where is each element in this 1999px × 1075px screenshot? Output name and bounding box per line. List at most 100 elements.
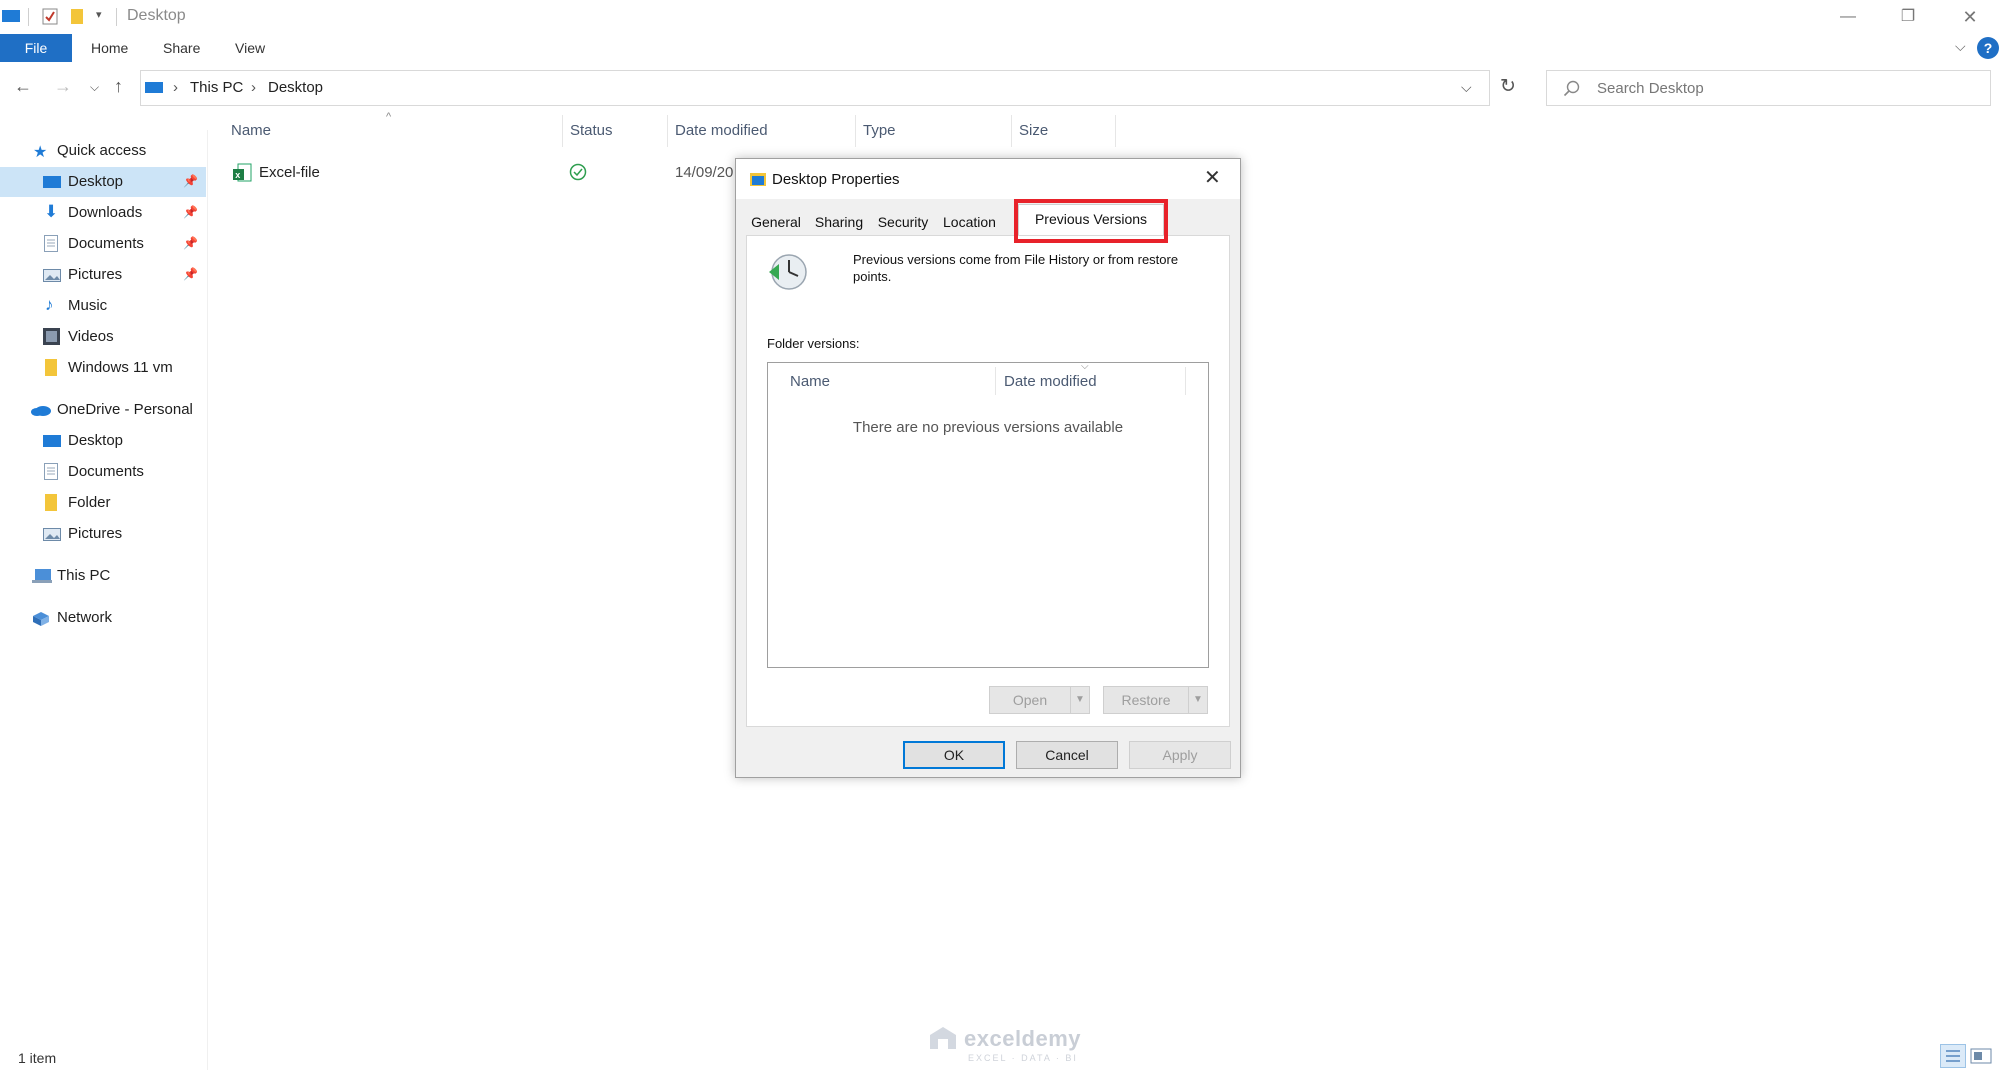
divider[interactable] <box>667 115 668 147</box>
divider[interactable] <box>1115 115 1116 147</box>
tab-home[interactable]: Home <box>91 34 128 62</box>
divider[interactable] <box>1185 367 1186 395</box>
divider[interactable] <box>1011 115 1012 147</box>
large-icons-view-icon[interactable] <box>1970 1048 1992 1064</box>
breadcrumb-desktop[interactable]: Desktop <box>268 79 323 96</box>
nav-item-network[interactable]: Network <box>0 603 206 633</box>
forward-button[interactable]: → <box>54 76 72 97</box>
divider <box>28 8 29 26</box>
refresh-icon[interactable]: ↻ <box>1500 75 1516 98</box>
minimize-button[interactable]: — <box>1828 4 1868 30</box>
dialog-title-bar[interactable]: Desktop Properties ✕ <box>736 159 1240 199</box>
nav-item-downloads[interactable]: ⬇ Downloads 📌 <box>0 198 206 228</box>
pin-icon[interactable]: 📌 <box>183 174 198 188</box>
dialog-title: Desktop Properties <box>772 171 900 188</box>
svg-text:x: x <box>235 170 240 180</box>
maximize-button[interactable]: ❐ <box>1888 4 1928 30</box>
tab-sharing[interactable]: Sharing <box>808 207 870 235</box>
recent-locations-button[interactable]: ⌵ <box>90 80 99 95</box>
nav-item-documents[interactable]: Documents 📌 <box>0 229 206 259</box>
back-button[interactable]: ← <box>14 76 32 97</box>
ok-button[interactable]: OK <box>903 741 1005 769</box>
versions-list[interactable]: Name Date modified ⌵ There are no previo… <box>767 361 1209 668</box>
column-header-date-modified[interactable]: Date modified <box>1004 373 1097 390</box>
onedrive-label: OneDrive - Personal <box>57 401 193 418</box>
pin-icon[interactable]: 📌 <box>183 236 198 250</box>
this-pc-icon <box>145 81 163 95</box>
excel-file-icon: x <box>232 163 252 183</box>
column-header-status[interactable]: Status <box>570 122 613 139</box>
pin-icon[interactable]: 📌 <box>183 267 198 281</box>
address-history-icon[interactable]: ⌵ <box>1461 79 1472 96</box>
tab-file[interactable]: File <box>0 34 72 62</box>
desktop-icon <box>43 435 61 448</box>
apply-button[interactable]: Apply <box>1129 741 1231 769</box>
help-icon[interactable]: ? <box>1977 37 1999 59</box>
synced-check-icon <box>569 163 587 181</box>
divider <box>116 8 117 26</box>
network-icon <box>31 610 51 627</box>
restore-dropdown-icon[interactable]: ▼ <box>1188 686 1208 714</box>
nav-item-od-folder[interactable]: Folder <box>0 488 206 518</box>
column-header-size[interactable]: Size <box>1019 122 1048 139</box>
divider[interactable] <box>562 115 563 147</box>
open-dropdown-icon[interactable]: ▼ <box>1070 686 1090 714</box>
music-icon: ♪ <box>45 295 54 314</box>
file-date: 14/09/20 <box>675 164 734 181</box>
tab-view[interactable]: View <box>235 34 265 62</box>
tab-security[interactable]: Security <box>872 207 934 235</box>
details-view-icon[interactable] <box>1940 1044 1966 1068</box>
customize-quick-access-icon[interactable]: ▾ <box>96 8 102 21</box>
star-icon: ★ <box>33 144 48 161</box>
nav-item-music[interactable]: ♪ Music <box>0 291 206 321</box>
breadcrumb-this-pc[interactable]: This PC <box>190 79 243 96</box>
properties-dialog: Desktop Properties ✕ General Sharing Sec… <box>735 158 1241 778</box>
tab-general[interactable]: General <box>746 207 806 235</box>
column-header-type[interactable]: Type <box>863 122 896 139</box>
status-item-count: 1 item <box>18 1050 57 1066</box>
restore-button[interactable]: Restore <box>1103 686 1189 714</box>
new-folder-icon[interactable] <box>70 8 84 25</box>
divider[interactable] <box>855 115 856 147</box>
divider[interactable] <box>995 367 996 395</box>
search-placeholder: Search Desktop <box>1597 80 1704 97</box>
tab-share[interactable]: Share <box>163 34 200 62</box>
nav-item-od-desktop[interactable]: Desktop <box>0 426 206 456</box>
close-window-button[interactable]: ✕ <box>1950 4 1990 30</box>
exceldemy-logo-icon <box>930 1027 956 1049</box>
pin-icon[interactable]: 📌 <box>183 205 198 219</box>
column-header-name[interactable]: Name <box>790 373 830 390</box>
nav-label: Network <box>57 609 113 626</box>
file-name: Excel-file <box>259 164 320 181</box>
nav-item-od-pictures[interactable]: Pictures <box>0 519 206 549</box>
title-bar: ▾ Desktop — ❐ ✕ <box>0 0 1999 34</box>
properties-icon[interactable] <box>42 8 58 25</box>
open-button[interactable]: Open <box>989 686 1071 714</box>
quick-access[interactable]: ★ Quick access <box>0 136 206 166</box>
navigation-pane: ★ Quick access Desktop 📌 ⬇ Downloads 📌 D… <box>0 130 208 1070</box>
onedrive[interactable]: OneDrive - Personal <box>0 395 206 425</box>
nav-item-videos[interactable]: Videos <box>0 322 206 352</box>
folder-icon <box>45 494 57 511</box>
expand-ribbon-icon[interactable]: ⌵ <box>1955 38 1966 55</box>
nav-item-pictures[interactable]: Pictures 📌 <box>0 260 206 290</box>
window-title: Desktop <box>127 7 186 24</box>
history-clock-icon <box>767 252 811 292</box>
window-icon <box>2 9 20 23</box>
column-header-name[interactable]: Name <box>231 122 271 139</box>
up-button[interactable]: ↑ <box>114 76 123 97</box>
close-icon[interactable]: ✕ <box>1204 165 1221 190</box>
search-icon <box>1563 80 1581 98</box>
cancel-button[interactable]: Cancel <box>1016 741 1118 769</box>
nav-item-this-pc[interactable]: This PC <box>0 561 206 591</box>
tab-location[interactable]: Location <box>936 207 1016 235</box>
address-bar[interactable]: › This PC › Desktop ⌵ <box>140 70 1490 106</box>
nav-item-od-documents[interactable]: Documents <box>0 457 206 487</box>
table-row[interactable]: x Excel-file 14/09/20 <box>225 158 745 188</box>
picture-icon <box>43 528 61 541</box>
picture-icon <box>43 269 61 282</box>
nav-item-windows-11-vm[interactable]: Windows 11 vm <box>0 353 206 383</box>
nav-item-desktop[interactable]: Desktop 📌 <box>0 167 206 197</box>
search-box[interactable]: Search Desktop <box>1546 70 1991 106</box>
column-header-date-modified[interactable]: Date modified <box>675 122 768 139</box>
